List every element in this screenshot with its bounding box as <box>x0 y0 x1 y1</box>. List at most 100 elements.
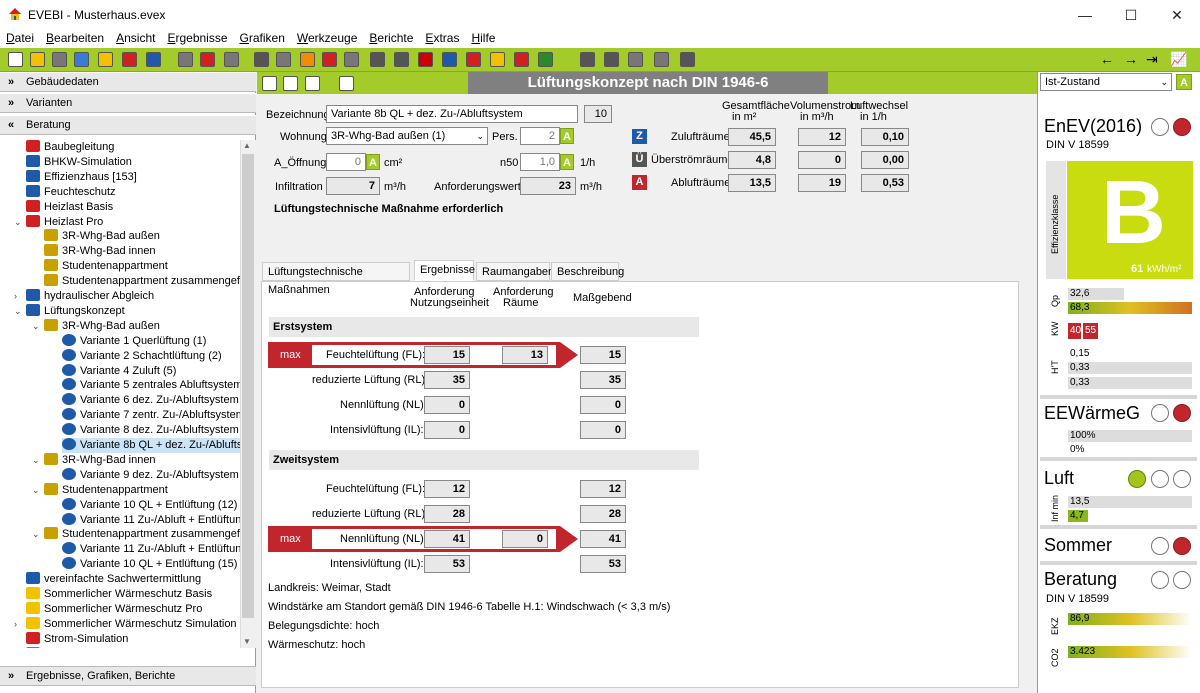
tree-item[interactable]: Effizienzhaus [153] <box>26 169 137 185</box>
chevron-down-icon[interactable]: ⌄ <box>32 319 40 334</box>
a-oeffnung-a-button[interactable]: A <box>366 154 380 170</box>
tree-item[interactable]: Sommerlicher Wärmeschutz Simulation <box>26 616 237 632</box>
tree-item[interactable]: Studentenappartment <box>44 482 168 498</box>
menu-item-6[interactable]: Berichte <box>369 30 413 46</box>
tree-item[interactable]: hydraulischer Abgleich <box>26 289 154 304</box>
tree-item[interactable]: Variante 11 Zu-/Abluft + Entlüftung <box>62 542 240 557</box>
tree-item[interactable]: Variante 8 dez. Zu-/Abluftsystem + <box>62 423 240 438</box>
minimize-icon[interactable]: — <box>1062 0 1108 30</box>
scrollbar-thumb[interactable] <box>242 154 254 618</box>
redo-icon[interactable] <box>200 52 215 67</box>
menu-item-3[interactable]: Ergebnisse <box>167 30 227 46</box>
calculator-icon[interactable] <box>628 52 643 67</box>
document-icon[interactable] <box>254 52 269 67</box>
chevron-down-icon[interactable]: ⌄ <box>14 304 22 319</box>
edit-icon[interactable] <box>538 52 553 67</box>
tree-item[interactable]: Variante 2 Schachtlüftung (2) <box>62 348 222 364</box>
table-icon[interactable] <box>344 52 359 67</box>
scroll-down-icon[interactable]: ▼ <box>243 637 251 646</box>
tree-icon[interactable] <box>276 52 291 67</box>
tree-edit-icon[interactable] <box>283 76 298 91</box>
chevron-right-icon[interactable]: › <box>14 617 17 632</box>
section-gebaeudedaten[interactable]: » Gebäudedaten <box>0 72 256 92</box>
tree-item[interactable]: Heizlast Pro <box>26 214 103 230</box>
settings-icon[interactable] <box>604 52 619 67</box>
tree-item[interactable]: Baubegleitung <box>26 140 114 155</box>
pers-input[interactable]: 2 <box>520 127 560 145</box>
close-icon[interactable]: ✕ <box>1154 0 1200 30</box>
arrow-right-icon[interactable]: → <box>1124 51 1138 67</box>
chart-icon[interactable]: 📈 <box>1170 51 1187 68</box>
tab-3[interactable]: Beschreibung <box>551 262 624 281</box>
n50-input[interactable]: 1,0 <box>520 153 560 171</box>
chevron-down-icon[interactable]: ⌄ <box>14 215 22 230</box>
chevron-down-icon[interactable]: ⌄ <box>32 453 40 468</box>
chevron-right-icon[interactable]: › <box>14 289 17 304</box>
globe-icon[interactable] <box>418 52 433 67</box>
tree-item[interactable]: Variante 10 QL + Entlüftung (12) <box>62 497 237 513</box>
tree-item[interactable]: Strom-Simulation <box>26 631 128 647</box>
tree-item[interactable]: Variante 11 Zu-/Abluft + Entlüftung <box>62 512 240 528</box>
copy-icon[interactable] <box>74 52 89 67</box>
money-icon[interactable] <box>490 52 505 67</box>
tree-item[interactable]: Sommerlicher Wärmeschutz Pro <box>26 601 202 617</box>
menu-item-2[interactable]: Ansicht <box>116 30 155 46</box>
copy-icon[interactable] <box>305 76 320 91</box>
state-select[interactable]: Ist-Zustand ⌄ <box>1040 73 1172 91</box>
sum-icon[interactable] <box>300 52 315 67</box>
tree-item[interactable]: Sommerlicher Wärmeschutz Basis <box>26 587 212 602</box>
n50-a-button[interactable]: A <box>560 154 574 170</box>
tree-item[interactable]: Stromverbrauch <box>26 646 122 648</box>
list-icon[interactable] <box>322 52 337 67</box>
tab-2[interactable]: Raumangaben <box>476 262 554 281</box>
align-icon[interactable] <box>262 76 277 91</box>
menu-item-1[interactable]: Bearbeiten <box>46 30 104 46</box>
checklist-icon[interactable] <box>580 52 595 67</box>
bezeichnung-input[interactable]: Variante 8b QL + dez. Zu-/Abluftsystem <box>326 105 578 123</box>
menu-item-8[interactable]: Hilfe <box>471 30 495 46</box>
exit-icon[interactable]: ⇥ <box>1146 51 1158 68</box>
tree-item[interactable]: Studentenappartment zusammengefas <box>44 527 240 542</box>
tree-item[interactable]: Variante 8b QL + dez. Zu-/Abluftsy <box>62 438 240 453</box>
open-folder-icon[interactable] <box>30 52 45 67</box>
tree-item[interactable]: 3R-Whg-Bad außen <box>44 229 160 244</box>
print-icon[interactable] <box>514 52 529 67</box>
right-a-button[interactable]: A <box>1176 74 1192 90</box>
tree-item[interactable]: Variante 10 QL + Entlüftung (15) <box>62 557 237 572</box>
wand-icon[interactable] <box>224 52 239 67</box>
tree-item[interactable]: 3R-Whg-Bad außen <box>44 318 160 334</box>
menu-item-0[interactable]: Datei <box>6 30 34 46</box>
tree-item[interactable]: Studentenappartment zusammengefas <box>44 274 240 289</box>
chevron-down-icon[interactable]: ⌄ <box>32 483 40 498</box>
print-icon[interactable] <box>339 76 354 91</box>
menu-item-4[interactable]: Grafiken <box>240 30 285 46</box>
report-icon[interactable] <box>394 52 409 67</box>
chevron-down-icon[interactable]: ⌄ <box>32 527 40 542</box>
section-varianten[interactable]: » Varianten <box>0 93 256 113</box>
book-icon[interactable] <box>654 52 669 67</box>
tree-item[interactable]: Variante 1 Querlüftung (1) <box>62 333 206 349</box>
bolt-icon[interactable] <box>466 52 481 67</box>
tree-item[interactable]: BHKW-Simulation <box>26 154 132 170</box>
tree-item[interactable]: Lüftungskonzept <box>26 303 125 319</box>
forward-icon[interactable] <box>122 52 137 67</box>
tree-item[interactable]: Variante 7 zentr. Zu-/Abluftsystem <box>62 408 240 423</box>
card-icon[interactable] <box>680 52 695 67</box>
tree-item[interactable]: Variante 9 dez. Zu-/Abluftsystem + <box>62 467 240 483</box>
maximize-icon[interactable]: ☐ <box>1108 0 1154 30</box>
pers-a-button[interactable]: A <box>560 128 574 144</box>
new-file-icon[interactable] <box>8 52 23 67</box>
section-ergebnisse[interactable]: » Ergebnisse, Grafiken, Berichte <box>0 666 256 686</box>
arrow-left-icon[interactable]: ← <box>1100 51 1114 67</box>
tree-item[interactable]: 3R-Whg-Bad innen <box>44 452 156 468</box>
save-icon[interactable] <box>52 52 67 67</box>
tree-item[interactable]: vereinfachte Sachwertermittlung <box>26 572 201 587</box>
sun-icon[interactable] <box>442 52 457 67</box>
scroll-up-icon[interactable]: ▲ <box>243 141 251 150</box>
menu-item-5[interactable]: Werkzeuge <box>297 30 357 46</box>
dena-icon[interactable] <box>146 52 161 67</box>
tree-item[interactable]: Feuchteschutz <box>26 184 116 200</box>
wohnung-select[interactable]: 3R-Whg-Bad außen (1) ⌄ <box>326 127 488 145</box>
tab-0[interactable]: Lüftungstechnische Maßnahmen <box>262 262 410 296</box>
undo-icon[interactable] <box>178 52 193 67</box>
